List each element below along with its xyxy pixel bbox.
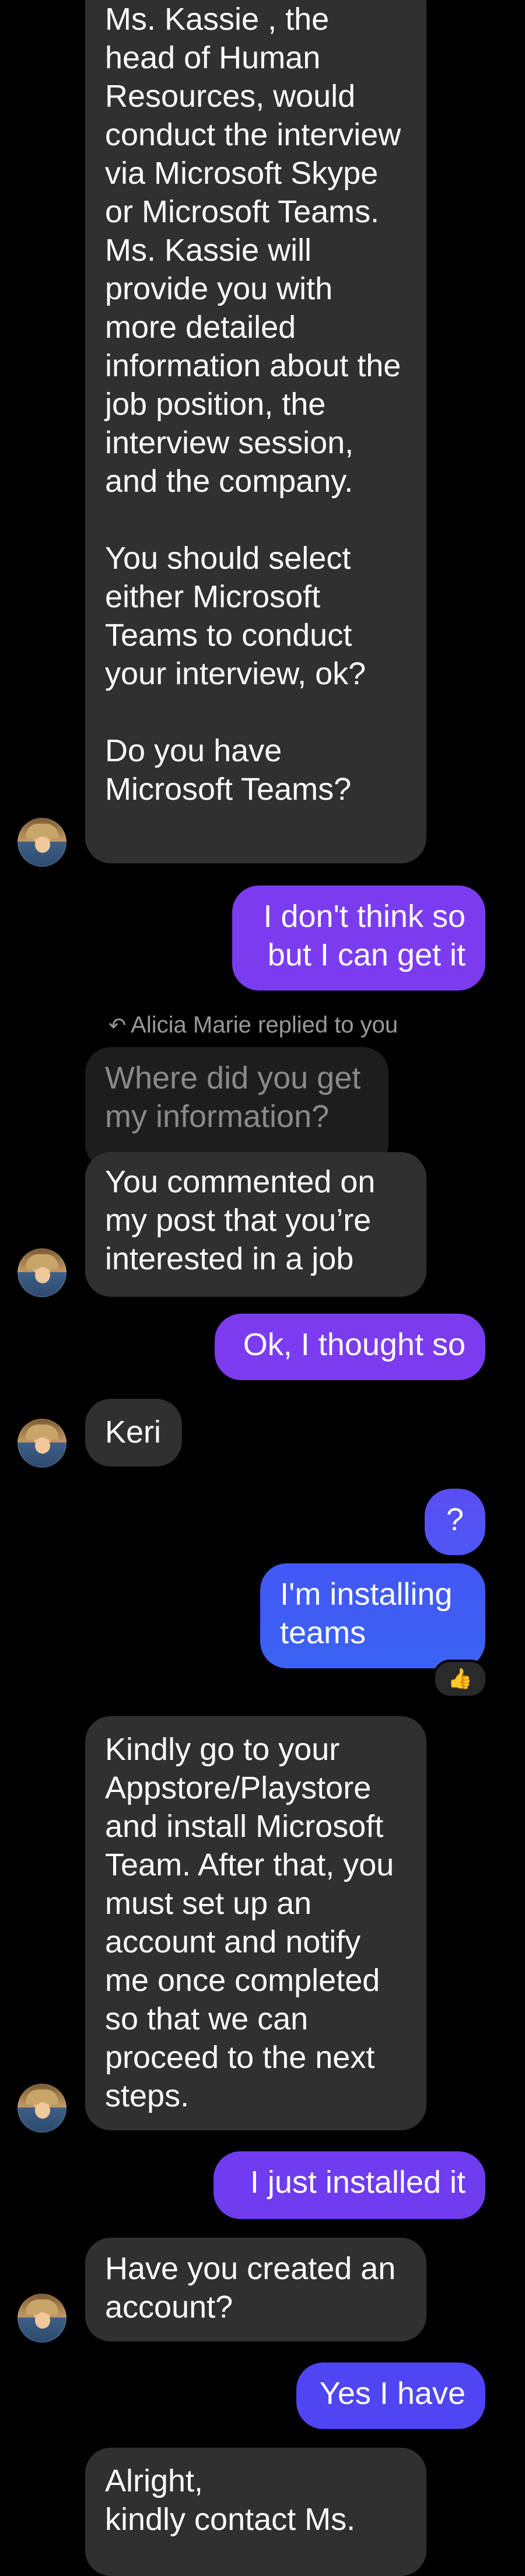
contact-avatar[interactable]	[18, 1419, 66, 1468]
quoted-message[interactable]: Where did you get my information?	[85, 1047, 388, 1170]
contact-avatar[interactable]	[18, 1248, 66, 1297]
contact-avatar[interactable]	[18, 818, 66, 867]
avatar-face	[35, 2102, 50, 2119]
avatar-face	[35, 836, 50, 853]
incoming-message-bubble[interactable]: Have you created an account?	[85, 2238, 426, 2342]
avatar-face	[35, 2312, 50, 2329]
message-thread: Ms. Kassie , the head of Human Resources…	[0, 0, 525, 2576]
avatar-face	[35, 1437, 50, 1454]
incoming-message-bubble[interactable]: Alright, kindly contact Ms.	[85, 2448, 426, 2576]
incoming-message-bubble[interactable]: Kindly go to your Appstore/Playstore and…	[85, 1716, 426, 2130]
outgoing-message-bubble[interactable]: Yes I have	[296, 2362, 485, 2429]
avatar-face	[35, 1267, 50, 1283]
reply-notice: ↶ Alicia Marie replied to you	[108, 1011, 398, 1040]
outgoing-message-bubble[interactable]: I just installed it	[214, 2151, 485, 2219]
incoming-message-bubble[interactable]: You commented on my post that you’re int…	[85, 1152, 426, 1297]
incoming-message-bubble[interactable]: Keri	[85, 1399, 182, 1466]
reply-arrow-icon: ↶	[108, 1013, 127, 1037]
contact-avatar[interactable]	[18, 2084, 66, 2133]
contact-avatar[interactable]	[18, 2294, 66, 2343]
outgoing-message-bubble[interactable]: I'm installing teams	[260, 1563, 485, 1668]
incoming-message-bubble[interactable]: Ms. Kassie , the head of Human Resources…	[85, 0, 426, 863]
reply-notice-text: Alicia Marie replied to you	[131, 1012, 398, 1038]
thumbs-up-reaction-icon[interactable]: 👍	[433, 1660, 488, 1698]
outgoing-message-bubble[interactable]: I don't think so but I can get it	[232, 886, 485, 991]
outgoing-message-bubble[interactable]: ?	[425, 1489, 485, 1555]
outgoing-message-bubble[interactable]: Ok, I thought so	[215, 1314, 485, 1380]
